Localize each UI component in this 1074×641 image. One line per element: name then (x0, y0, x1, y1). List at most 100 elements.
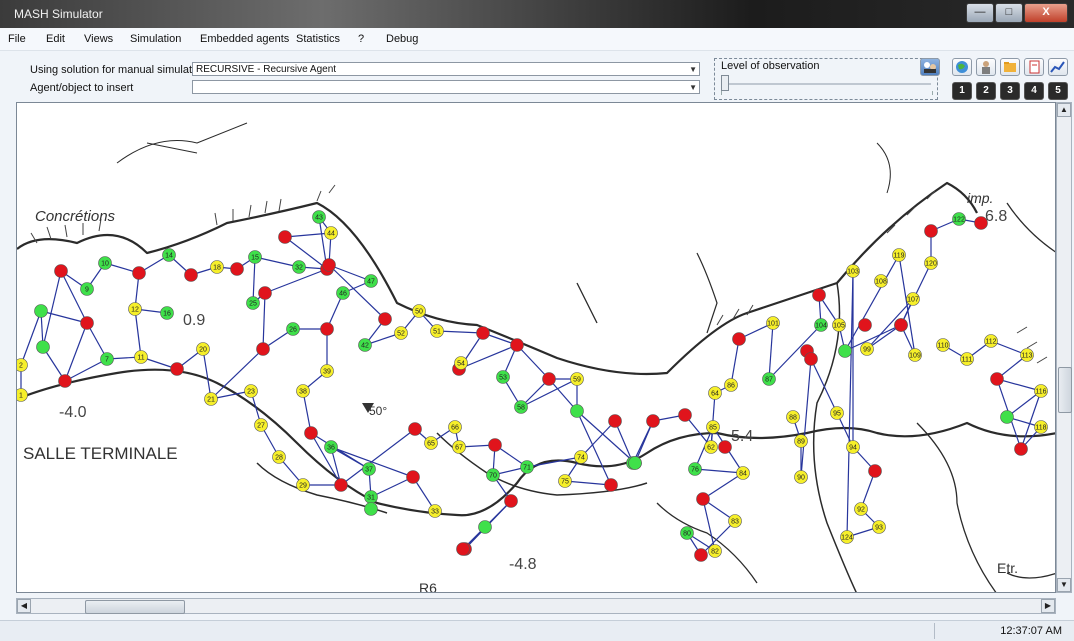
agent-node-circle[interactable] (838, 344, 852, 358)
agent-node[interactable]: 16 (160, 306, 174, 320)
agent-node[interactable]: 110 (936, 338, 950, 352)
agent-node[interactable] (334, 478, 348, 492)
agent-node-circle[interactable] (646, 414, 660, 428)
agent-node[interactable] (990, 372, 1004, 386)
agent-node[interactable] (364, 502, 378, 516)
agent-node-circle[interactable] (322, 258, 336, 272)
agent-node-circle[interactable] (478, 520, 492, 534)
vertical-scrollbar[interactable]: ▲ ▼ (1056, 102, 1072, 593)
agent-node[interactable] (36, 340, 50, 354)
document-button[interactable] (1024, 58, 1044, 76)
agent-node[interactable]: 113 (1020, 348, 1034, 362)
agent-node-circle[interactable] (476, 326, 490, 340)
agent-node[interactable]: 51 (430, 324, 444, 338)
agent-node[interactable]: 92 (854, 502, 868, 516)
agent-node[interactable]: 105 (832, 318, 846, 332)
agent-node-circle[interactable] (304, 426, 318, 440)
agent-node[interactable] (488, 438, 502, 452)
agent-node-circle[interactable] (604, 478, 618, 492)
agent-node[interactable]: 95 (830, 406, 844, 420)
menu-simulation[interactable]: Simulation (130, 33, 181, 45)
agent-node[interactable]: 15 (248, 250, 262, 264)
menu-edit[interactable]: Edit (46, 33, 65, 45)
agent-node-circle[interactable] (320, 322, 334, 336)
agent-node-circle[interactable] (804, 352, 818, 366)
agent-node-circle[interactable] (542, 372, 556, 386)
agent-node[interactable]: 116 (1034, 384, 1048, 398)
agent-node-circle[interactable] (696, 492, 710, 506)
agent-node-circle[interactable] (732, 332, 746, 346)
agent-node-circle[interactable] (58, 374, 72, 388)
agent-node[interactable]: 67 (452, 440, 466, 454)
level-2-button[interactable]: 2 (976, 82, 996, 100)
menu-help[interactable]: ? (358, 33, 364, 45)
minimize-button[interactable]: — (966, 3, 994, 23)
agent-node-circle[interactable] (406, 470, 420, 484)
observe-agents-button[interactable] (920, 58, 940, 76)
agent-node-circle[interactable] (170, 362, 184, 376)
agent-node[interactable]: 89 (794, 434, 808, 448)
level-3-button[interactable]: 3 (1000, 82, 1020, 100)
agent-node-circle[interactable] (184, 268, 198, 282)
agent-node[interactable] (542, 372, 556, 386)
agent-node-circle[interactable] (256, 342, 270, 356)
agent-node[interactable]: 42 (358, 338, 372, 352)
agent-node[interactable]: 118 (1034, 420, 1048, 434)
agent-node[interactable] (924, 224, 938, 238)
vertical-scroll-thumb[interactable] (1058, 367, 1072, 413)
agent-node[interactable]: 46 (336, 286, 350, 300)
agent-node-circle[interactable] (456, 542, 470, 556)
scroll-left-button[interactable]: ◀ (17, 599, 31, 613)
agent-node[interactable]: 75 (558, 474, 572, 488)
agent-node[interactable]: 37 (362, 462, 376, 476)
agent-node[interactable]: 70 (486, 468, 500, 482)
agent-node[interactable]: 44 (324, 226, 338, 240)
agent-node[interactable] (608, 414, 622, 428)
agent-node[interactable] (34, 304, 48, 318)
level-4-button[interactable]: 4 (1024, 82, 1044, 100)
agent-node[interactable]: 39 (320, 364, 334, 378)
agent-node-circle[interactable] (80, 316, 94, 330)
agent-node[interactable] (732, 332, 746, 346)
agent-node[interactable] (132, 266, 146, 280)
agent-node[interactable] (230, 262, 244, 276)
agent-node[interactable]: 52 (394, 326, 408, 340)
agent-node-circle[interactable] (364, 502, 378, 516)
agent-node[interactable]: 88 (786, 410, 800, 424)
agent-node[interactable]: 38 (296, 384, 310, 398)
agent-node[interactable] (304, 426, 318, 440)
insert-select[interactable]: ▼ (192, 80, 700, 94)
agent-node-circle[interactable] (132, 266, 146, 280)
agent-node[interactable]: 10 (98, 256, 112, 270)
observation-slider-track[interactable] (721, 83, 931, 85)
agent-node[interactable]: 23 (244, 384, 258, 398)
menu-statistics[interactable]: Statistics (296, 33, 340, 45)
agent-node[interactable]: 36 (324, 440, 338, 454)
agent-node[interactable]: 29 (296, 478, 310, 492)
agent-node-circle[interactable] (36, 340, 50, 354)
agent-node[interactable]: 1 (17, 388, 28, 402)
agent-node[interactable]: 31 (364, 490, 378, 504)
maximize-button[interactable]: □ (995, 3, 1023, 23)
level-1-button[interactable]: 1 (952, 82, 972, 100)
agent-node[interactable]: 109 (908, 348, 922, 362)
agent-node[interactable] (80, 316, 94, 330)
agent-node[interactable]: 50 (412, 304, 426, 318)
agent-node[interactable]: 9 (80, 282, 94, 296)
agent-node-circle[interactable] (990, 372, 1004, 386)
agent-node[interactable]: 107 (906, 292, 920, 306)
agent-node[interactable] (812, 288, 826, 302)
agent-node[interactable] (678, 408, 692, 422)
agent-node[interactable]: 119 (892, 248, 906, 262)
agent-node[interactable] (256, 342, 270, 356)
agent-node-circle[interactable] (488, 438, 502, 452)
agent-node-circle[interactable] (812, 288, 826, 302)
agent-node[interactable] (322, 258, 336, 272)
agent-node[interactable]: 32 (292, 260, 306, 274)
scroll-up-button[interactable]: ▲ (1057, 103, 1071, 117)
agent-node[interactable]: 33 (428, 504, 442, 518)
solution-select[interactable]: RECURSIVE - Recursive Agent ▼ (192, 62, 700, 76)
agent-node-circle[interactable] (34, 304, 48, 318)
agent-node-circle[interactable] (278, 230, 292, 244)
agent-node[interactable] (406, 470, 420, 484)
